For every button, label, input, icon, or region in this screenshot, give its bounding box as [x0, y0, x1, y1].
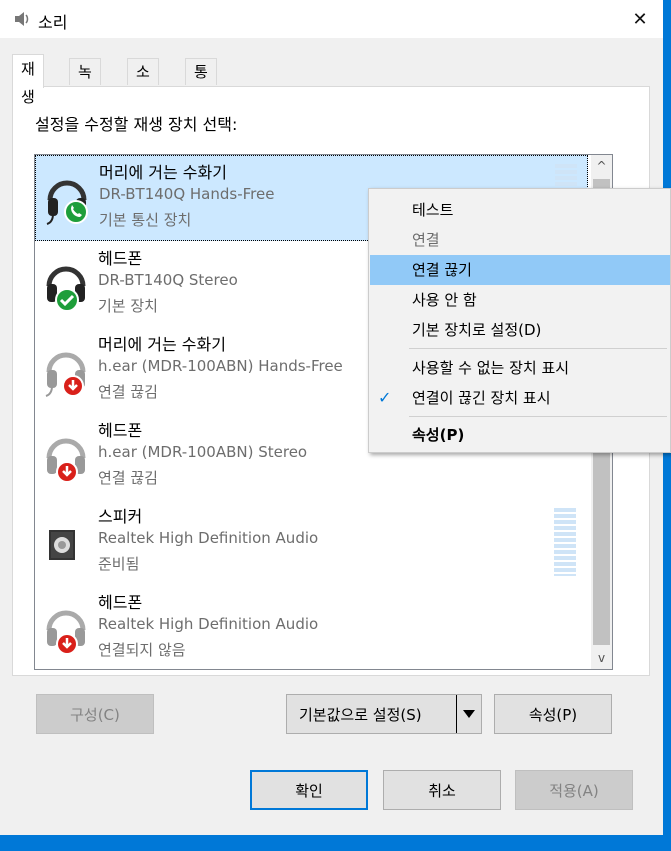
chevron-down-icon: v: [597, 651, 606, 665]
device-name: 헤드폰: [98, 249, 143, 268]
menu-item-connect[interactable]: 연결: [370, 225, 670, 255]
headphones-icon: [43, 604, 89, 656]
menu-item-set-default[interactable]: 기본 장치로 설정(D): [370, 315, 670, 345]
instruction-text: 설정을 수정할 재생 장치 선택:: [35, 115, 238, 134]
scroll-down-button[interactable]: v: [591, 647, 612, 669]
menu-item-test[interactable]: 테스트: [370, 195, 670, 225]
device-name: 헤드폰: [98, 593, 143, 612]
device-item[interactable]: 스피커 Realtek High Definition Audio 준비됨: [35, 500, 588, 586]
split-dropdown-button[interactable]: [456, 695, 481, 733]
set-default-label: 기본값으로 설정(S): [299, 705, 422, 724]
device-item[interactable]: 헤드폰 Realtek High Definition Audio 연결되지 않…: [35, 586, 588, 669]
device-description: Realtek High Definition Audio: [98, 529, 319, 547]
headset-icon: [43, 346, 89, 398]
device-name: 머리에 거는 수화기: [98, 335, 226, 354]
device-name: 머리에 거는 수화기: [99, 163, 227, 182]
device-status: 준비됨: [98, 555, 140, 573]
tab-communications[interactable]: 통신: [185, 58, 217, 108]
menu-separator: [409, 416, 667, 417]
menu-item-show-disabled[interactable]: 사용할 수 없는 장치 표시: [370, 353, 670, 383]
device-status: 기본 장치: [98, 297, 158, 315]
device-description: Realtek High Definition Audio: [98, 615, 319, 633]
device-status: 연결 끊김: [98, 383, 158, 401]
close-button[interactable]: ✕: [617, 0, 663, 38]
menu-item-properties[interactable]: 속성(P): [370, 420, 670, 450]
ok-button[interactable]: 확인: [250, 770, 368, 810]
title-bar: 소리 ✕: [0, 0, 663, 38]
level-meter: [554, 508, 576, 576]
phone-badge-icon: [64, 200, 88, 224]
device-description: DR-BT140Q Hands-Free: [99, 185, 275, 203]
device-status: 연결되지 않음: [98, 641, 186, 659]
window-title: 소리: [38, 13, 68, 32]
tab-recording[interactable]: 녹음: [69, 58, 101, 108]
menu-item-show-disconnected[interactable]: ✓ 연결이 끊긴 장치 표시: [370, 383, 670, 413]
menu-separator: [409, 348, 667, 349]
configure-button[interactable]: 구성(C): [36, 694, 154, 734]
device-description: DR-BT140Q Stereo: [98, 271, 238, 289]
tab-playback[interactable]: 재생: [12, 54, 44, 106]
caret-down-icon: [463, 710, 475, 718]
device-status: 기본 통신 장치: [99, 211, 192, 229]
device-description: h.ear (MDR-100ABN) Stereo: [98, 443, 308, 461]
context-menu: 테스트 연결 연결 끊기 사용 안 함 기본 장치로 설정(D) 사용할 수 없…: [368, 188, 671, 453]
headphones-icon: [43, 432, 89, 484]
chevron-up-icon: ^: [596, 159, 607, 173]
headphones-icon: [43, 260, 89, 312]
device-name: 스피커: [98, 507, 143, 526]
device-description: h.ear (MDR-100ABN) Hands-Free: [98, 357, 343, 375]
speaker-box-icon: [43, 518, 89, 570]
device-name: 헤드폰: [98, 421, 143, 440]
cancel-button[interactable]: 취소: [383, 770, 501, 810]
apply-button[interactable]: 적용(A): [515, 770, 633, 810]
check-icon: ✓: [378, 388, 392, 407]
scroll-up-button[interactable]: ^: [591, 155, 612, 177]
close-icon: ✕: [632, 8, 648, 30]
properties-button[interactable]: 속성(P): [494, 694, 612, 734]
menu-item-disconnect[interactable]: 연결 끊기: [370, 255, 670, 285]
set-default-split-button[interactable]: 기본값으로 설정(S): [286, 694, 482, 734]
device-status: 연결 끊김: [98, 469, 158, 487]
tab-sounds[interactable]: 소리: [127, 58, 159, 108]
menu-item-disable[interactable]: 사용 안 함: [370, 285, 670, 315]
headset-icon: [44, 174, 90, 226]
speaker-icon: [14, 11, 32, 31]
